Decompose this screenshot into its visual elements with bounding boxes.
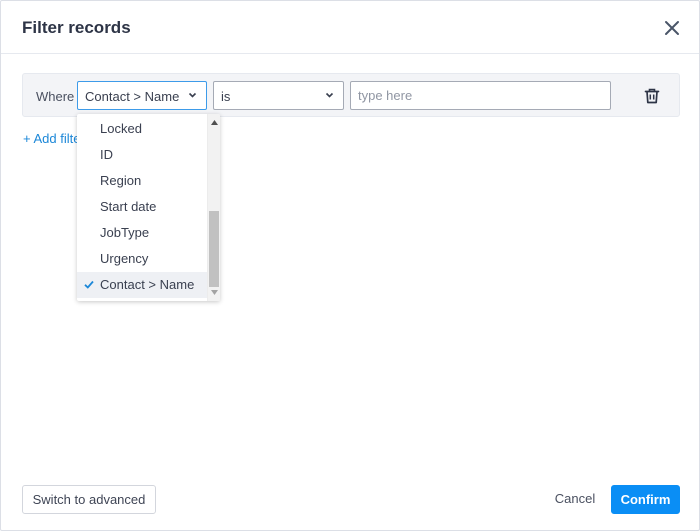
chevron-down-icon [325,92,334,98]
operator-select-value: is [221,89,231,104]
operator-select[interactable]: is [213,81,344,110]
close-button[interactable] [661,17,683,39]
switch-to-advanced-button[interactable]: Switch to advanced [22,485,156,514]
option-label: Urgency [100,251,149,266]
dropdown-option[interactable]: Locked [77,116,207,142]
trash-icon [644,88,660,104]
option-label: Contact > Name [100,277,195,292]
dialog-header: Filter records [1,1,699,54]
option-label: Start date [100,199,157,214]
filter-value-input[interactable] [350,81,611,110]
dialog-title: Filter records [22,18,131,37]
cancel-button[interactable]: Cancel [550,485,600,514]
dropdown-scrollbar[interactable] [207,114,220,301]
field-select-value: Contact > Name [85,89,180,104]
chevron-down-icon [188,92,197,98]
option-label: Locked [100,121,142,136]
confirm-button[interactable]: Confirm [611,485,680,514]
dropdown-option-selected[interactable]: Contact > Name [77,272,207,298]
where-label: Where [36,89,75,104]
filter-records-dialog: Filter records Where Contact > Name is t… [0,0,700,531]
option-label: Region [100,173,142,188]
field-select[interactable]: Contact > Name [77,81,207,110]
dropdown-option[interactable]: ID [77,142,207,168]
field-dropdown-menu: Locked ID Region Start date JobType Urge… [77,114,220,301]
dropdown-option[interactable]: JobType [77,220,207,246]
dropdown-option[interactable]: Region [77,168,207,194]
dropdown-option[interactable]: Urgency [77,246,207,272]
scroll-up-arrow-icon[interactable] [211,120,218,125]
dropdown-options: Locked ID Region Start date JobType Urge… [77,116,207,298]
filter-row: Where Contact > Name is [22,73,680,117]
checkmark-icon [84,280,94,289]
add-filter-link[interactable]: + Add filter [23,131,85,146]
delete-filter-button[interactable] [643,87,661,105]
close-icon [665,21,679,35]
dropdown-option[interactable]: Start date [77,194,207,220]
option-label: JobType [100,225,150,240]
scrollbar-thumb[interactable] [209,211,219,287]
option-label: ID [100,147,113,162]
scroll-down-arrow-icon[interactable] [211,290,218,295]
